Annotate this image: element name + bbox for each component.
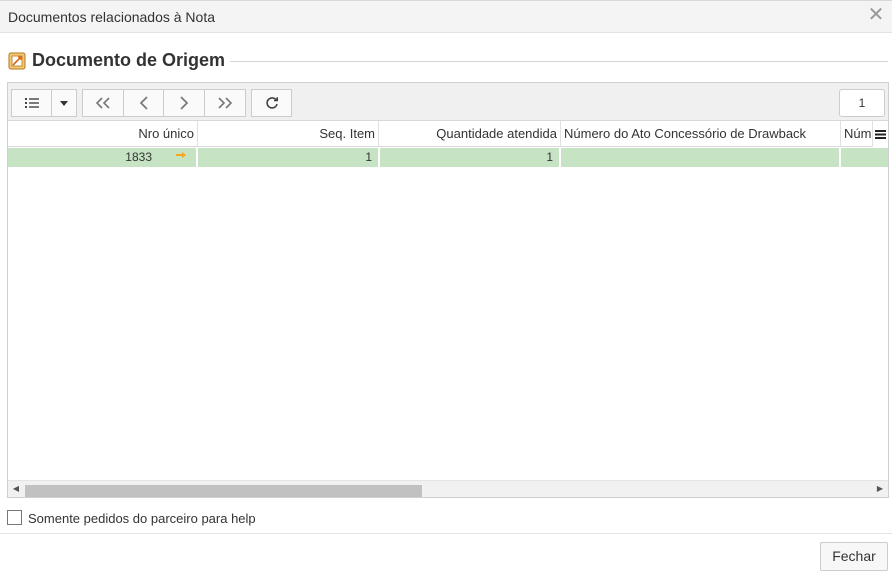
list-icon [24,98,39,108]
column-header-quantidade-atendida[interactable]: Quantidade atendida [379,121,561,147]
caret-down-icon [60,100,68,106]
previous-page-button[interactable] [123,89,164,117]
refresh-button[interactable] [251,89,292,117]
cell-seq-item: 1 [198,148,380,167]
origin-marker-icon [176,152,186,158]
chevron-left-icon [139,96,148,110]
document-origin-icon [8,52,26,70]
list-view-button[interactable] [11,89,52,117]
scrollbar-thumb[interactable] [25,485,422,497]
dialog-title: Documentos relacionados à Nota [8,9,216,25]
column-header-numero-ato-drawback[interactable]: Número do Ato Concessório de Drawback [561,121,841,147]
refresh-icon [265,97,278,109]
partner-filter-label[interactable]: Somente pedidos do parceiro para help [28,511,256,526]
next-page-button[interactable] [163,89,205,117]
horizontal-scrollbar[interactable]: ◀ ▶ [8,480,888,497]
table-row[interactable]: 1833 1 1 [8,148,888,167]
grid-toolbar [8,83,888,121]
cell-numero-ato-drawback [561,148,841,167]
dialog-titlebar: Documentos relacionados à Nota ✕ [0,0,892,33]
partner-filter-checkbox[interactable] [7,510,22,525]
close-button[interactable]: Fechar [820,542,888,571]
menu-icon [875,130,886,139]
chevron-right-icon [180,96,189,110]
cell-num [841,148,888,167]
first-page-button[interactable] [82,89,124,117]
scroll-left-icon[interactable]: ◀ [10,483,22,495]
close-icon[interactable]: ✕ [866,5,886,25]
dialog-footer: Fechar [0,533,892,578]
table-header: Nro único Seq. Item Quantidade atendida … [8,121,888,147]
scroll-right-icon[interactable]: ▶ [874,483,886,495]
cell-quantidade-atendida: 1 [380,148,561,167]
column-header-seq-item[interactable]: Seq. Item [198,121,379,147]
double-chevron-left-icon [95,97,110,109]
double-chevron-right-icon [218,97,233,109]
cell-nro-unico: 1833 [8,148,198,167]
section-title: Documento de Origem [32,50,226,70]
page-number-input[interactable] [839,89,885,117]
view-options-dropdown[interactable] [51,89,77,117]
documents-grid: Nro único Seq. Item Quantidade atendida … [7,82,889,498]
column-header-num[interactable]: Núm [841,121,872,147]
last-page-button[interactable] [204,89,246,117]
section-divider [230,61,888,62]
column-header-nro-unico[interactable]: Nro único [8,121,198,147]
section-header: Documento de Origem [8,49,888,73]
column-menu-button[interactable] [872,121,888,147]
